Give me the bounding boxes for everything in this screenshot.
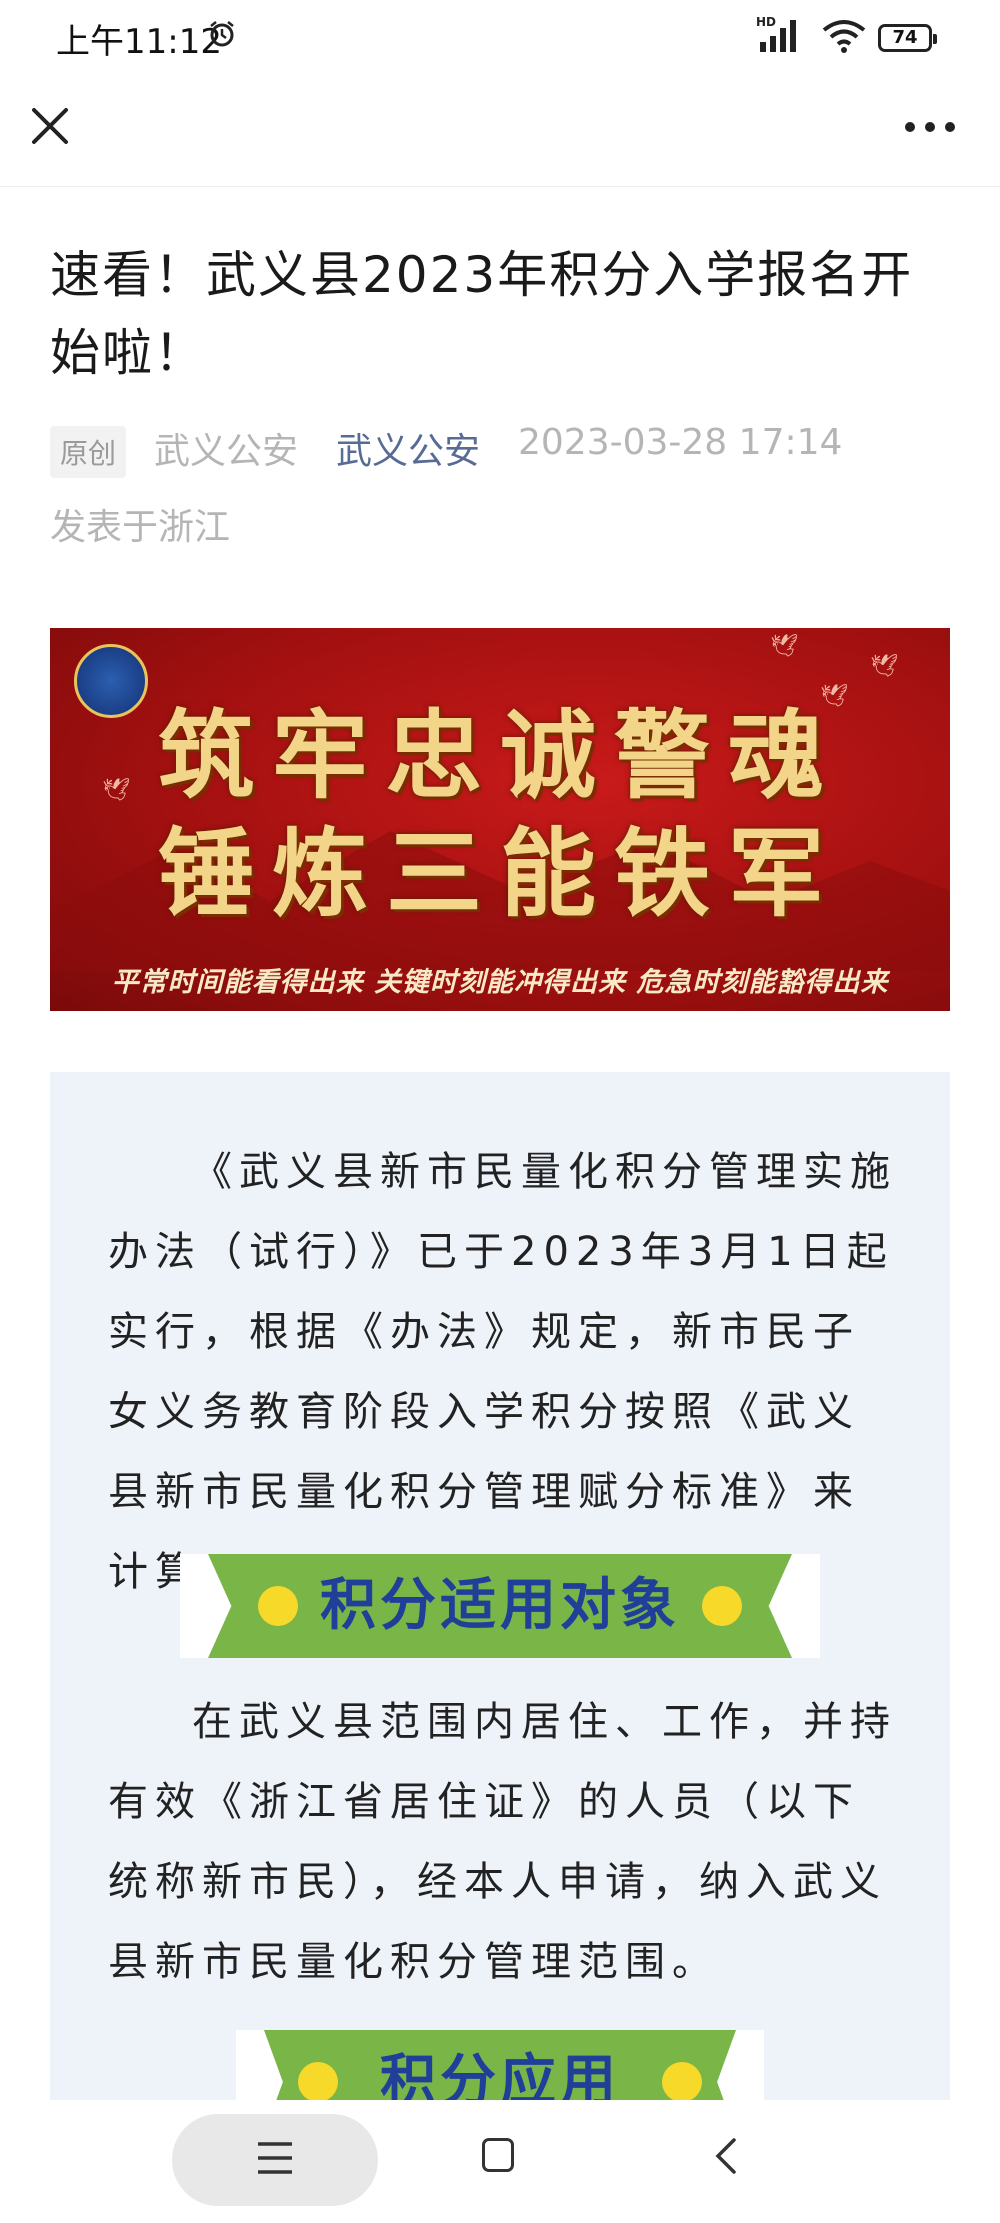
article-meta: 原创 武义公安 武义公安 2023-03-28 17:14 [50,422,950,482]
banner-image: 🕊 🕊 🕊 🕊 筑牢忠诚警魂 锤炼三能铁军 平常时间能看得出来 关键时刻能冲得出… [50,628,950,1011]
banner-headline-2: 锤炼三能铁军 [158,817,842,930]
more-icon[interactable] [900,112,960,142]
close-icon[interactable] [26,102,74,150]
section-heading-application: 积分应用 [236,2030,764,2100]
signal-icon: HD [756,15,796,52]
status-bar: 上午11:12 HD 74 [0,0,1000,76]
content-panel: 《武义县新市民量化积分管理实施办法（试行）》已于2023年3月1日起实行，根据《… [50,1072,950,2100]
section-heading-text: 积分适用对象 [320,1573,680,1638]
status-time: 上午11:12 [56,22,222,62]
section-heading-eligibility: 积分适用对象 [180,1554,820,1658]
back-icon[interactable] [714,2136,738,2176]
battery-icon: 74 [878,24,937,52]
section-heading-text: 积分应用 [380,2049,620,2100]
system-nav-bar [0,2100,1000,2223]
author-name: 武义公安 [154,431,299,472]
top-nav [0,76,1000,187]
banner-slogan: 平常时间能看得出来 关键时刻能冲得出来 危急时刻能豁得出来 [111,967,889,998]
paragraph-intro: 《武义县新市民量化积分管理实施办法（试行）》已于2023年3月1日起实行，根据《… [108,1149,897,1595]
dove-icon: 🕊 [870,654,898,679]
account-link[interactable]: 武义公安 [336,422,480,474]
publish-datetime: 2023-03-28 17:14 [518,422,843,463]
alarm-icon [210,21,234,47]
menu-icon[interactable] [256,2140,294,2176]
paragraph-eligibility: 在武义县范围内居住、工作，并持有效《浙江省居住证》的人员（以下统称新市民），经本… [108,1699,897,1985]
wifi-icon [822,20,866,53]
article-title: 速看！武义县2023年积分入学报名开始啦！ [50,246,914,382]
dove-icon: 🕊 [770,634,798,659]
publish-location: 发表于浙江 [50,507,231,548]
original-tag: 原创 [50,426,127,478]
home-icon[interactable] [482,2138,514,2172]
hd-label: HD [756,15,776,29]
